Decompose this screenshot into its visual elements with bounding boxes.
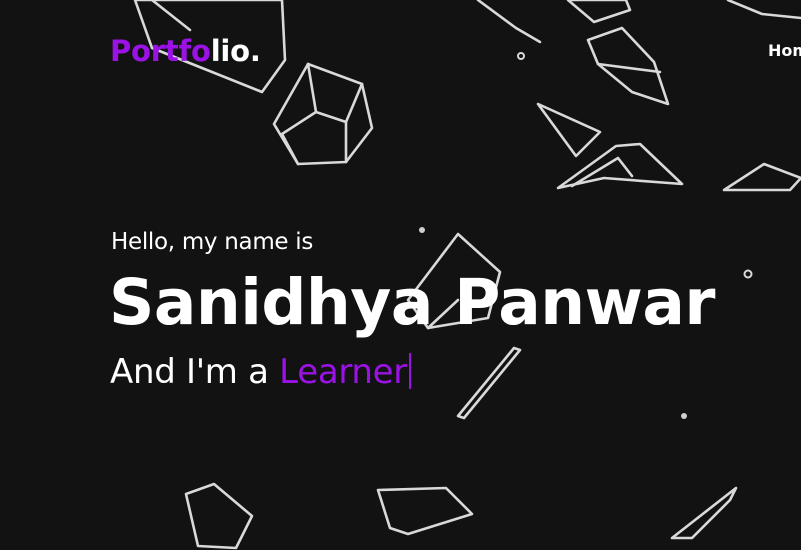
background-shape <box>556 142 684 190</box>
background-dot <box>419 227 425 233</box>
navbar: Portfolio. Home <box>0 0 801 100</box>
nav-link-home[interactable]: Home <box>768 41 801 60</box>
site-logo[interactable]: Portfolio. <box>110 31 261 71</box>
background-dot <box>681 413 687 419</box>
background-shape <box>670 486 738 540</box>
background-shape <box>184 482 254 550</box>
logo-accent-text: Portfo <box>110 34 211 68</box>
hero-name: Sanidhya Panwar <box>109 266 715 339</box>
background-shape <box>456 346 522 420</box>
hero-greeting: Hello, my name is <box>111 229 314 255</box>
background-shape <box>280 110 318 166</box>
typing-cursor-icon <box>408 353 411 389</box>
background-shape <box>376 486 474 536</box>
logo-rest-text: lio. <box>210 34 261 68</box>
background-shape <box>536 102 602 158</box>
hero-role-line: And I'm a Learner <box>110 350 411 394</box>
background-shape <box>722 162 801 192</box>
hero-role-prefix: And I'm a <box>110 352 280 392</box>
background-dot <box>743 269 753 279</box>
hero-role-word: Learner <box>279 352 407 392</box>
